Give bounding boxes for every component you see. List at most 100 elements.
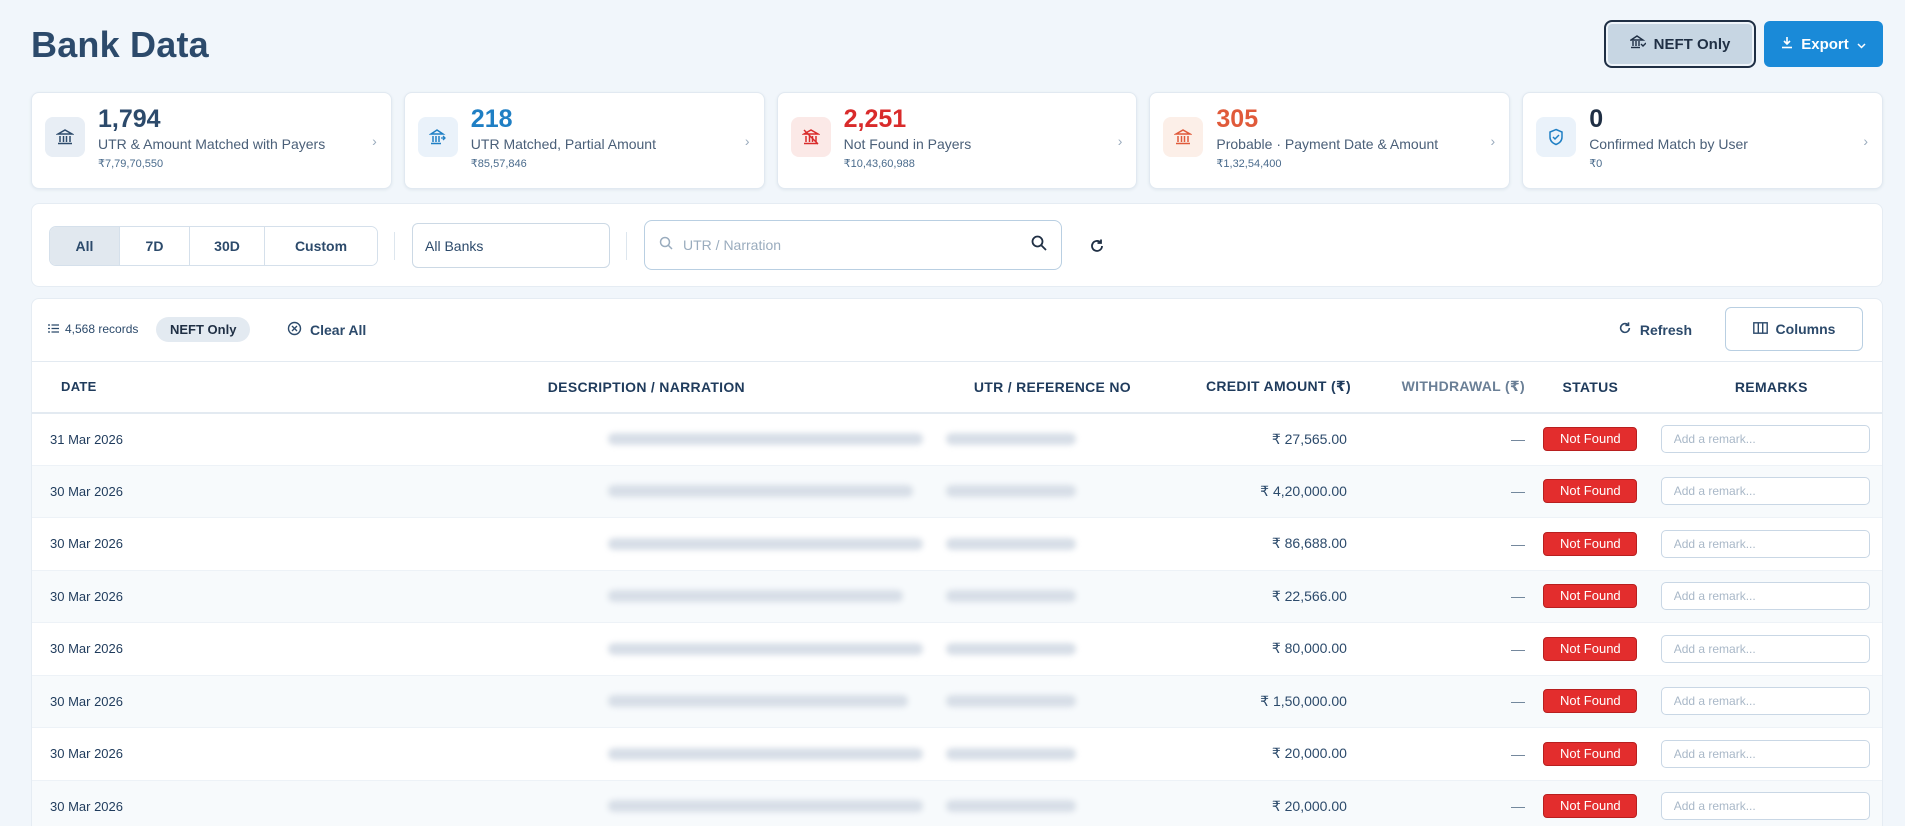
stat-label: Not Found in Payers: [843, 136, 972, 152]
table-row: 30 Mar 2026 ₹ 22,566.00 — Not Found: [32, 570, 1882, 623]
stat-label: Confirmed Match by User: [1589, 136, 1748, 152]
remark-input[interactable]: [1660, 792, 1870, 821]
cell-status: Not Found: [1535, 465, 1646, 518]
cell-utr-redacted: [945, 623, 1150, 676]
download-icon: [1781, 36, 1793, 53]
column-header-status[interactable]: STATUS: [1535, 362, 1646, 413]
column-header-date[interactable]: DATE: [32, 362, 338, 413]
cell-utr-redacted: [945, 728, 1150, 781]
table-row: 30 Mar 2026 ₹ 1,50,000.00 — Not Found: [32, 675, 1882, 728]
neft-only-chip[interactable]: NEFT Only: [156, 317, 251, 342]
remark-input[interactable]: [1660, 739, 1870, 768]
stat-card-partial[interactable]: 218 UTR Matched, Partial Amount ₹85,57,8…: [403, 92, 765, 189]
cell-withdrawal: —: [1510, 535, 1525, 552]
stat-card-confirmed[interactable]: 0 Confirmed Match by User ₹0 ›: [1522, 92, 1883, 189]
remark-input[interactable]: [1660, 687, 1870, 716]
chevron-right-icon: ›: [1117, 133, 1123, 149]
column-header-remarks[interactable]: REMARKS: [1646, 362, 1882, 413]
status-badge: Not Found: [1543, 531, 1638, 556]
bank-select[interactable]: All Banks: [412, 223, 610, 268]
refresh-button[interactable]: Refresh: [1618, 321, 1692, 338]
column-header-credit[interactable]: CREDIT AMOUNT (₹): [1150, 362, 1361, 413]
header-actions: NEFT Only Export: [1604, 20, 1883, 68]
stat-amount: ₹85,57,846: [470, 158, 527, 170]
cell-status: Not Found: [1535, 728, 1646, 781]
cell-utr-redacted: [945, 518, 1150, 571]
cell-remarks: [1646, 623, 1882, 676]
stat-amount: ₹0: [1589, 158, 1603, 170]
cell-credit: ₹ 22,566.00: [1271, 587, 1347, 604]
stat-label: Probable · Payment Date & Amount: [1216, 136, 1439, 152]
cell-withdrawal: —: [1510, 693, 1525, 710]
cell-date: 30 Mar 2026: [50, 641, 123, 657]
column-header-utr[interactable]: UTR / REFERENCE NO: [955, 362, 1150, 413]
stat-label: UTR Matched, Partial Amount: [470, 136, 656, 152]
stat-amount: ₹7,79,70,550: [98, 158, 164, 170]
stat-card-probable[interactable]: 305 Probable · Payment Date & Amount ₹1,…: [1149, 92, 1511, 189]
cell-withdrawal: —: [1510, 588, 1525, 605]
close-circle-icon: [287, 321, 302, 339]
cell-remarks: [1646, 728, 1882, 781]
remark-input[interactable]: [1660, 634, 1870, 663]
stat-label: UTR & Amount Matched with Payers: [98, 136, 326, 152]
stat-card-not-found[interactable]: 2,251 Not Found in Payers ₹10,43,60,988 …: [776, 92, 1138, 189]
range-all-button[interactable]: All: [50, 227, 120, 265]
refresh-icon: [1618, 321, 1632, 338]
bank-off-icon: [790, 117, 831, 157]
cell-remarks: [1646, 570, 1882, 623]
page-title: Bank Data: [31, 24, 209, 65]
cell-date: 30 Mar 2026: [50, 746, 123, 762]
cell-credit: ₹ 20,000.00: [1271, 797, 1347, 814]
search-input[interactable]: [683, 237, 1031, 253]
cell-remarks: [1646, 465, 1882, 518]
cell-date: 30 Mar 2026: [50, 483, 123, 499]
cell-status: Not Found: [1535, 780, 1646, 826]
chevron-down-icon: [1857, 36, 1866, 53]
remark-input[interactable]: [1660, 582, 1870, 611]
cell-date: 30 Mar 2026: [50, 536, 123, 552]
filter-bar: All 7D 30D Custom All Banks: [31, 203, 1883, 287]
columns-icon: [1752, 321, 1768, 337]
clear-all-label: Clear All: [310, 322, 367, 338]
neft-only-button[interactable]: NEFT Only: [1604, 20, 1756, 68]
cell-description-redacted: [338, 780, 955, 826]
range-7d-button[interactable]: 7D: [120, 227, 190, 265]
remark-input[interactable]: [1660, 477, 1870, 506]
stat-card-matched[interactable]: 1,794 UTR & Amount Matched with Payers ₹…: [31, 92, 392, 189]
chevron-right-icon: ›: [1490, 133, 1496, 149]
stat-cards: 1,794 UTR & Amount Matched with Payers ₹…: [31, 92, 1883, 189]
cell-date: 31 Mar 2026: [50, 431, 123, 447]
cell-status: Not Found: [1535, 570, 1646, 623]
range-30d-button[interactable]: 30D: [190, 227, 265, 265]
list-icon: [48, 322, 59, 336]
remark-input[interactable]: [1660, 425, 1870, 453]
cell-credit: ₹ 1,50,000.00: [1260, 692, 1347, 709]
columns-button[interactable]: Columns: [1725, 307, 1863, 351]
column-header-description[interactable]: DESCRIPTION / NARRATION: [338, 362, 955, 413]
remark-input[interactable]: [1660, 529, 1870, 558]
cell-description-redacted: [338, 728, 955, 781]
cell-credit: ₹ 27,565.00: [1271, 430, 1347, 447]
bank-probable-icon: [1163, 117, 1204, 157]
cell-description-redacted: [338, 570, 955, 623]
export-button[interactable]: Export: [1764, 21, 1883, 67]
cell-date: 30 Mar 2026: [50, 693, 123, 709]
table-toolbar: 4,568 records NEFT Only Clear All Refres…: [32, 299, 1882, 361]
cell-status: Not Found: [1535, 623, 1646, 676]
reset-filters-refresh-icon[interactable]: [1085, 234, 1109, 258]
cell-description-redacted: [338, 465, 955, 518]
cell-status: Not Found: [1535, 413, 1646, 466]
bank-data-table: DATE DESCRIPTION / NARRATION UTR / REFER…: [32, 361, 1882, 826]
range-custom-button[interactable]: Custom: [265, 227, 377, 265]
clear-all-button[interactable]: Clear All: [287, 321, 366, 339]
stat-value: 305: [1216, 105, 1259, 133]
cell-status: Not Found: [1535, 518, 1646, 571]
status-badge: Not Found: [1543, 479, 1638, 504]
cell-withdrawal: —: [1510, 745, 1525, 762]
search-icon[interactable]: [1031, 235, 1047, 256]
stat-value: 1,794: [98, 105, 161, 133]
column-header-withdrawal[interactable]: WITHDRAWAL (₹): [1361, 362, 1535, 413]
records-count-label: 4,568 records: [65, 322, 139, 336]
status-badge: Not Found: [1543, 636, 1638, 661]
cell-withdrawal: —: [1510, 798, 1525, 815]
